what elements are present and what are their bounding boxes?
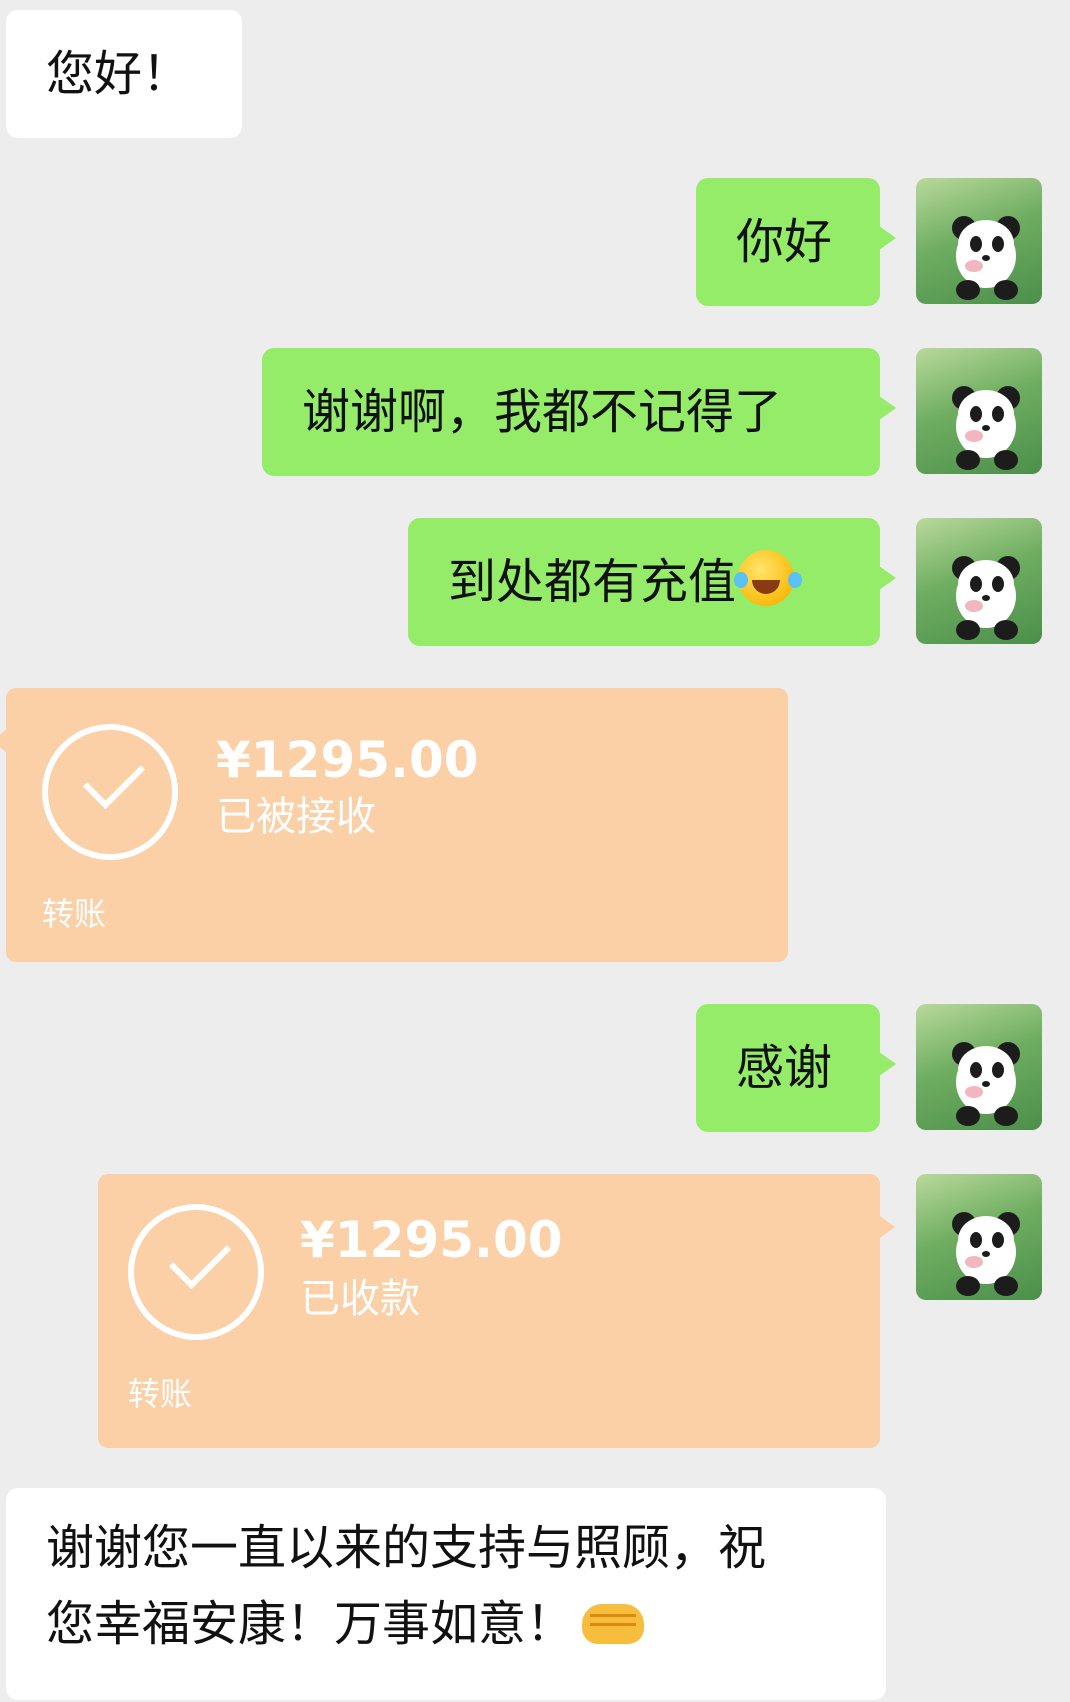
transfer-card-received[interactable]: ¥1295.00 已被接收 转账 bbox=[0, 688, 788, 962]
user-avatar[interactable] bbox=[916, 1174, 1042, 1300]
transfer-card-collected[interactable]: ¥1295.00 已收款 转账 bbox=[98, 1174, 895, 1448]
incoming-message-bubble[interactable]: 谢谢您一直以来的支持与照顾，祝 您幸福安康！万事如意！ bbox=[6, 1488, 886, 1700]
outgoing-message-bubble[interactable]: 到处都有充值 bbox=[408, 518, 896, 646]
message-text: 您幸福安康！万事如意！ bbox=[46, 1596, 575, 1652]
check-circle-icon bbox=[128, 1204, 264, 1340]
handshake-emoji-icon bbox=[582, 1604, 645, 1644]
message-text-line: 谢谢您一直以来的支持与照顾，祝 bbox=[46, 1520, 767, 1576]
transfer-amount: ¥1295.00 bbox=[216, 731, 479, 789]
message-text: 感谢 bbox=[736, 1040, 833, 1096]
incoming-message-bubble[interactable]: 您好！ bbox=[6, 10, 242, 138]
panda-avatar-icon bbox=[952, 386, 1020, 470]
panda-avatar-icon bbox=[952, 1212, 1020, 1296]
user-avatar[interactable] bbox=[916, 1004, 1042, 1130]
panda-avatar-icon bbox=[952, 216, 1020, 300]
tears-of-joy-emoji-icon bbox=[734, 550, 795, 606]
transfer-status: 已被接收 bbox=[216, 794, 376, 840]
outgoing-message-bubble[interactable]: 谢谢啊，我都不记得了 bbox=[262, 348, 896, 476]
user-avatar[interactable] bbox=[916, 518, 1042, 644]
transfer-label: 转账 bbox=[42, 895, 107, 933]
transfer-amount: ¥1295.00 bbox=[300, 1211, 563, 1269]
outgoing-message-bubble[interactable]: 你好 bbox=[696, 178, 896, 306]
chat-thread: 您好！ 你好 谢谢啊，我都不记得了 到处都有充值 ¥1295.00 已被接收 转… bbox=[0, 0, 1070, 1702]
check-circle-icon bbox=[42, 724, 178, 860]
user-avatar[interactable] bbox=[916, 348, 1042, 474]
outgoing-message-bubble[interactable]: 感谢 bbox=[696, 1004, 896, 1132]
message-text: 谢谢啊，我都不记得了 bbox=[302, 384, 783, 440]
message-text: 你好 bbox=[736, 214, 833, 270]
transfer-status: 已收款 bbox=[300, 1276, 420, 1322]
user-avatar[interactable] bbox=[916, 178, 1042, 304]
message-text: 您好！ bbox=[46, 46, 191, 102]
message-text-line: 您幸福安康！万事如意！ bbox=[46, 1586, 886, 1662]
panda-avatar-icon bbox=[952, 556, 1020, 640]
panda-avatar-icon bbox=[952, 1042, 1020, 1126]
message-text: 到处都有充值 bbox=[448, 554, 737, 610]
transfer-label: 转账 bbox=[128, 1375, 193, 1413]
